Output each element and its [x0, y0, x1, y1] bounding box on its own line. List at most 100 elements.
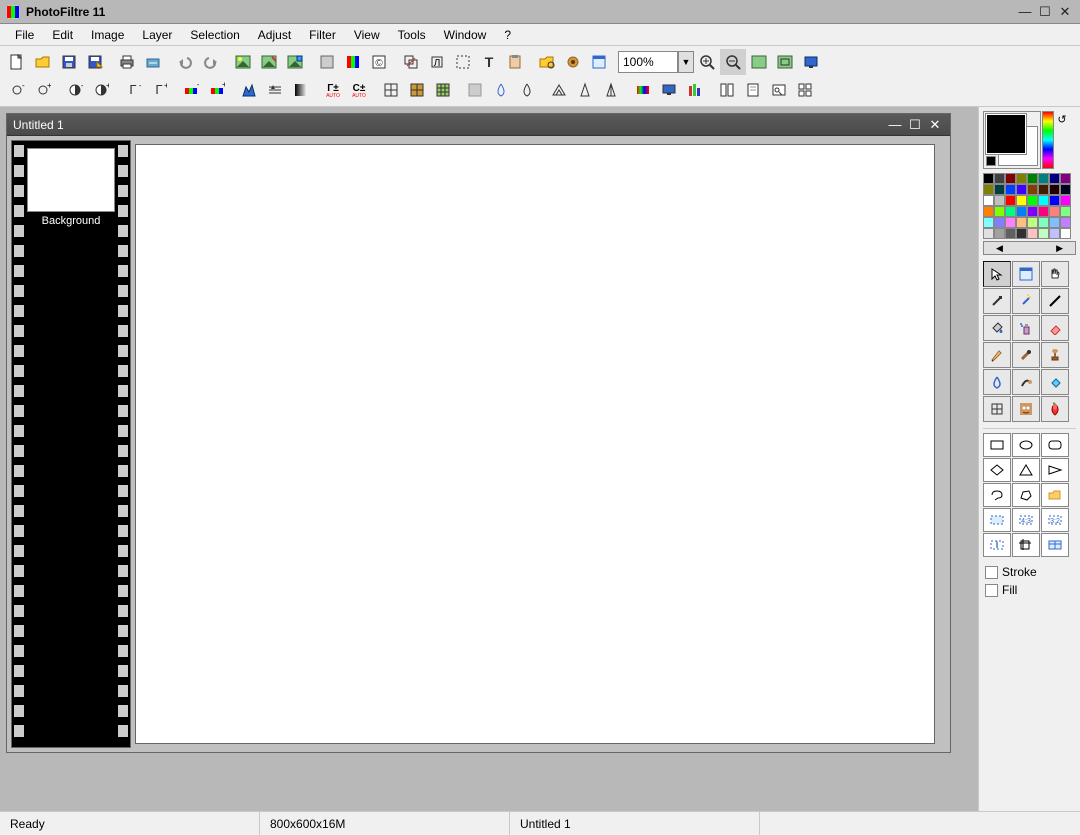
palette-color[interactable] [1060, 217, 1071, 228]
layer-filmstrip[interactable]: Background [11, 140, 131, 748]
palette-color[interactable] [1060, 173, 1071, 184]
palette-color[interactable] [1038, 173, 1049, 184]
drop-icon[interactable] [488, 77, 514, 103]
palette-color[interactable] [983, 217, 994, 228]
bright-minus-icon[interactable]: - [4, 77, 30, 103]
palette-color[interactable] [1016, 217, 1027, 228]
palette-color[interactable] [1049, 184, 1060, 195]
sat-plus-icon[interactable]: + [204, 77, 230, 103]
menu-filter[interactable]: Filter [300, 26, 345, 44]
zoom-in-icon[interactable] [694, 49, 720, 75]
menu-file[interactable]: File [6, 26, 43, 44]
palette-color[interactable] [1049, 228, 1060, 239]
grid1-icon[interactable] [378, 77, 404, 103]
plugin-icon[interactable] [560, 49, 586, 75]
minimize-button[interactable]: — [1016, 4, 1034, 20]
smudge-tool[interactable] [1012, 369, 1040, 395]
sharp2-icon[interactable] [598, 77, 624, 103]
clipboard-icon[interactable] [502, 49, 528, 75]
palette-color[interactable] [1060, 228, 1071, 239]
blur-tool[interactable] [983, 369, 1011, 395]
print-icon[interactable] [114, 49, 140, 75]
fill-checkbox[interactable] [985, 584, 998, 597]
open-icon[interactable] [30, 49, 56, 75]
palette-color[interactable] [1005, 184, 1016, 195]
menu-adjust[interactable]: Adjust [249, 26, 300, 44]
palette-color[interactable] [983, 228, 994, 239]
drop2-icon[interactable] [514, 77, 540, 103]
text-icon[interactable]: T [476, 49, 502, 75]
canvas-icon[interactable]: Л [424, 49, 450, 75]
palette-color[interactable] [1049, 195, 1060, 206]
image1-icon[interactable] [230, 49, 256, 75]
pointer-tool[interactable] [983, 261, 1011, 287]
doc-maximize-button[interactable]: ☐ [906, 117, 924, 133]
grayscale-icon[interactable] [288, 77, 314, 103]
hue-strip[interactable] [1042, 111, 1054, 169]
close-button[interactable]: ✕ [1056, 4, 1074, 20]
palette-color[interactable] [1016, 228, 1027, 239]
palette-color[interactable] [1027, 173, 1038, 184]
palette-color[interactable] [1060, 195, 1071, 206]
auto-level-icon[interactable]: Γ±AUTO [320, 77, 346, 103]
rect-shape[interactable] [983, 433, 1011, 457]
swap-colors-icon[interactable]: ↺ [1055, 111, 1069, 169]
gamma-minus-icon[interactable]: Γ- [120, 77, 146, 103]
palette-color[interactable] [994, 195, 1005, 206]
grid2-icon[interactable] [404, 77, 430, 103]
document-titlebar[interactable]: Untitled 1 — ☐ ✕ [7, 114, 950, 136]
default-black[interactable] [986, 156, 996, 166]
menu-layer[interactable]: Layer [133, 26, 181, 44]
menu-window[interactable]: Window [435, 26, 496, 44]
image3-icon[interactable] [282, 49, 308, 75]
palette-color[interactable] [1038, 206, 1049, 217]
prefs-icon[interactable] [682, 77, 708, 103]
thumbs-icon[interactable] [792, 77, 818, 103]
maximize-button[interactable]: ☐ [1036, 4, 1054, 20]
palette-color[interactable] [1027, 217, 1038, 228]
lasso-shape[interactable] [983, 483, 1011, 507]
contrast-minus-icon[interactable]: - [62, 77, 88, 103]
palette-color[interactable] [994, 184, 1005, 195]
triangle-shape[interactable] [1012, 458, 1040, 482]
line-tool[interactable] [1041, 288, 1069, 314]
resize-icon[interactable] [398, 49, 424, 75]
zoom-out-icon[interactable] [720, 49, 746, 75]
palette-color[interactable] [983, 184, 994, 195]
palette-color[interactable] [983, 206, 994, 217]
zoom-level[interactable]: 100% [618, 51, 678, 73]
palette-color[interactable] [1049, 173, 1060, 184]
ellipse-shape[interactable] [1012, 433, 1040, 457]
color-palette[interactable] [983, 173, 1076, 239]
palette-color[interactable] [1027, 228, 1038, 239]
sel-a[interactable] [983, 508, 1011, 532]
menu-selection[interactable]: Selection [181, 26, 248, 44]
palette-color[interactable] [1027, 206, 1038, 217]
spray-tool[interactable] [1012, 315, 1040, 341]
picker-tool[interactable] [983, 288, 1011, 314]
browse-icon[interactable] [766, 77, 792, 103]
histogram-icon[interactable] [236, 77, 262, 103]
sel-crop-icon[interactable] [450, 49, 476, 75]
palette-color[interactable] [1049, 206, 1060, 217]
save-icon[interactable] [56, 49, 82, 75]
palette-color[interactable] [1005, 217, 1016, 228]
roundrect-shape[interactable] [1041, 433, 1069, 457]
fill-checkbox-row[interactable]: Fill [983, 581, 1076, 599]
zoom-dropdown[interactable]: ▼ [678, 51, 694, 73]
bright-plus-icon[interactable]: + [30, 77, 56, 103]
sel-c[interactable]: 3:2 [1041, 508, 1069, 532]
doc-minimize-button[interactable]: — [886, 117, 904, 133]
art-tool[interactable] [1041, 396, 1069, 422]
table-shape[interactable] [1041, 533, 1069, 557]
deform-tool[interactable] [983, 396, 1011, 422]
doc-close-button[interactable]: ✕ [926, 117, 944, 133]
color-swatches[interactable] [983, 111, 1041, 169]
redo-icon[interactable] [198, 49, 224, 75]
levels-icon[interactable] [262, 77, 288, 103]
zoom-actual-icon[interactable] [772, 49, 798, 75]
wand-tool[interactable] [1012, 288, 1040, 314]
relief-icon[interactable] [546, 77, 572, 103]
sharp-icon[interactable] [572, 77, 598, 103]
palette-color[interactable] [1005, 195, 1016, 206]
